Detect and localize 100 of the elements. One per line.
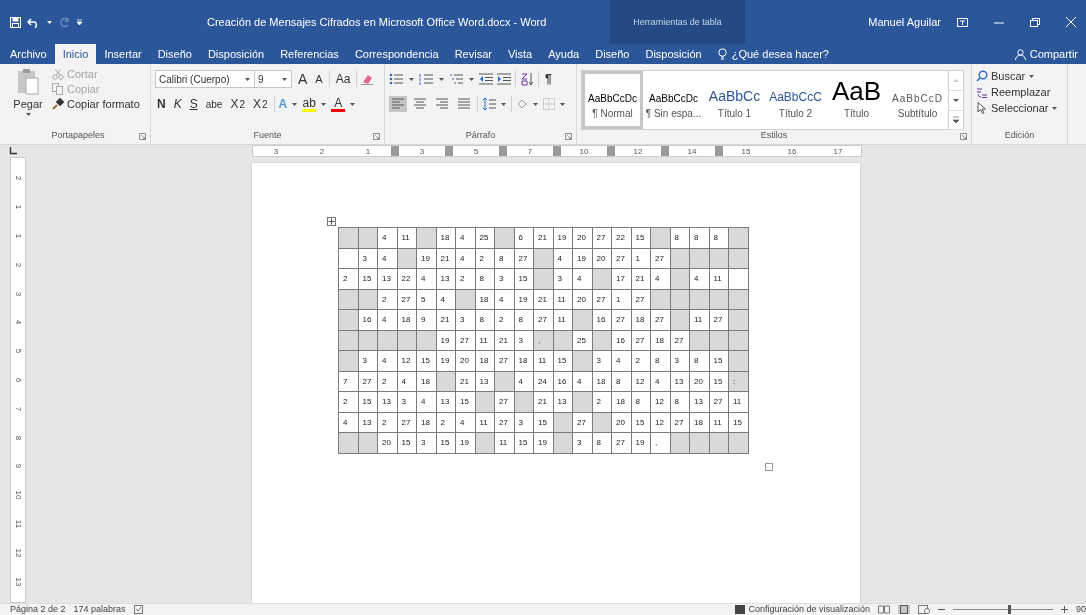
format-button[interactable]: K [171,97,184,111]
caret-icon[interactable] [1028,73,1036,79]
restore-icon[interactable] [1030,17,1040,27]
style-item[interactable]: AaBbCcD Subtítulo [887,71,948,129]
table-cell: 8 [631,391,651,412]
ribbon-tab[interactable]: Referencias [272,44,347,64]
font-size-dropdown[interactable]: 9 [254,70,292,88]
shrink-font-button[interactable]: A [313,73,325,85]
ruler-number: 13 [14,577,22,586]
dialog-launcher-icon[interactable] [139,133,146,140]
column-marker[interactable] [661,146,669,156]
toolbar-button[interactable]: Buscar [976,70,1059,82]
caret-icon[interactable] [244,76,251,82]
undo-icon[interactable] [27,16,40,28]
font-color-button[interactable]: A [331,96,346,112]
ribbon-tab[interactable]: Inicio [54,44,97,64]
caret-icon[interactable] [532,101,539,107]
paste-button[interactable]: Pegar [10,68,46,130]
toolbar-button[interactable]: Copiar formato [52,98,140,110]
user-name[interactable]: Manuel Aguilar [868,16,941,28]
search-field[interactable]: ¿Qué desea hacer? [731,48,829,60]
column-marker[interactable] [499,146,507,156]
style-item[interactable]: AaBbCcDc ¶ Normal [582,71,643,129]
proofing-icon[interactable] [133,605,144,614]
style-item[interactable]: AaBbCc Título 1 [704,71,765,129]
ribbon-tab[interactable]: Disposición [199,44,273,64]
style-item[interactable]: AaB Título [826,71,887,129]
zoom-in-icon[interactable] [1061,605,1068,614]
ribbon-tab[interactable]: Disposición [637,44,710,64]
format-button[interactable]: S [187,97,200,111]
ribbon-tab[interactable]: Revisar [446,44,500,64]
ribbon-tab[interactable]: Insertar [96,44,150,64]
web-layout-icon[interactable] [918,605,930,614]
format-button[interactable]: N [155,97,168,111]
show-marks-button[interactable]: ¶ [543,72,554,86]
column-marker[interactable] [715,146,723,156]
caret-icon[interactable] [349,101,357,107]
display-settings-button[interactable]: Configuración de visualización [735,604,870,615]
close-icon[interactable] [1066,17,1076,27]
table-cell: 3 [514,412,534,433]
page-count[interactable]: Página 2 de 2 [10,604,66,615]
eraser-icon[interactable] [361,73,374,85]
share-button[interactable]: Compartir [1014,44,1086,64]
resize-handle[interactable] [765,463,773,471]
bullet-list-icon[interactable] [389,73,404,85]
caret-icon[interactable] [46,19,53,25]
toolbar-button[interactable]: Reemplazar [976,86,1059,98]
column-marker[interactable] [445,146,453,156]
line-spacing-icon[interactable] [482,97,496,111]
sort-icon[interactable] [520,72,534,86]
style-item[interactable]: AaBbCcC Título 2 [765,71,826,129]
ribbon-display-icon[interactable] [957,17,968,27]
caret-icon[interactable] [559,101,566,107]
font-name-dropdown[interactable]: Calibri (Cuerpo) [155,70,255,88]
caret-icon[interactable] [408,76,415,82]
read-mode-icon[interactable] [878,605,890,614]
ribbon-tab[interactable]: Correspondencia [346,44,447,64]
table-cell: 4 [514,371,534,392]
dialog-launcher-icon[interactable] [373,133,380,140]
caret-icon[interactable] [320,101,328,107]
toolbar-button[interactable]: Seleccionar [976,102,1059,114]
change-case-button[interactable]: Aa [333,72,353,86]
caret-icon[interactable] [1051,105,1059,111]
caret-icon[interactable] [291,101,299,107]
grow-font-button[interactable]: A [296,71,310,87]
style-item[interactable]: AaBbCcDc ¶ Sin espa... [643,71,704,129]
word-count[interactable]: 174 palabras [73,604,126,615]
column-marker[interactable] [553,146,561,156]
caret-icon[interactable] [500,101,507,107]
dialog-launcher-icon[interactable] [565,133,572,140]
caret-icon[interactable] [281,76,288,82]
move-handle-icon[interactable] [327,217,336,226]
format-button[interactable]: abe [203,98,225,110]
caret-icon[interactable] [468,76,475,82]
caret-icon[interactable] [438,76,445,82]
table-cell: 27 [631,330,651,351]
increase-indent-icon[interactable] [497,73,511,85]
print-layout-icon[interactable] [898,605,910,614]
caret-icon[interactable] [24,112,32,117]
column-marker[interactable] [391,146,399,156]
column-marker[interactable] [607,146,615,156]
multilevel-list-icon[interactable] [449,73,464,85]
save-icon[interactable] [10,16,21,28]
ribbon-tab[interactable]: Diseño [587,44,638,64]
slider-thumb[interactable] [1008,605,1011,614]
ribbon-tab[interactable]: Ayuda [540,44,588,64]
ruler-number: 5 [472,146,480,156]
ribbon-tab[interactable]: Archivo [2,44,55,64]
dialog-launcher-icon[interactable] [960,133,967,140]
ribbon-tab[interactable]: Diseño [149,44,200,64]
decrease-indent-icon[interactable] [479,73,493,85]
table-cell: 27 [358,371,378,392]
highlight-button[interactable]: ab [302,96,317,112]
ruler-number: 8 [14,435,22,440]
ribbon-tab[interactable]: Vista [499,44,541,64]
tab-stop-icon[interactable] [9,147,17,155]
customize-icon[interactable] [76,18,83,26]
monitor-icon [735,605,746,614]
table-cell: 8 [611,371,631,392]
zoom-level[interactable]: 90 [1076,604,1086,615]
